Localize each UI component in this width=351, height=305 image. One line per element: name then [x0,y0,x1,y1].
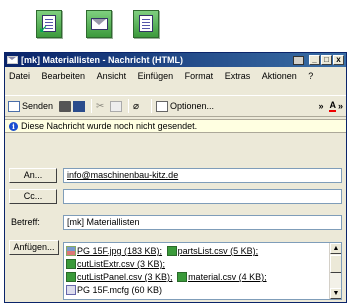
attachments-list: PG 15F.jpg (183 KB); partsList.csv (5 KB… [66,245,329,297]
info-icon: i [9,121,18,131]
to-row: An... info@maschinenbau-kitz.de [9,168,342,184]
cc-field[interactable] [63,189,342,204]
minimize-button[interactable]: _ [309,55,320,65]
menu-extras[interactable]: Extras [225,70,251,82]
attachment-item[interactable]: partsList.csv (5 KB); [166,246,259,256]
attachment-name: material.csv (4 KB); [188,272,267,282]
menu-datei[interactable]: Datei [9,70,30,82]
attachment-name: PG 15F.jpg (183 KB); [77,246,163,256]
image-file-icon [66,246,76,256]
send-button[interactable]: Senden [8,100,54,112]
menu-help[interactable]: ? [308,70,313,82]
attachment-item[interactable]: PG 15F.jpg (183 KB); [66,246,162,256]
send-icon [8,100,20,112]
send-label: Senden [22,101,54,111]
title-bar[interactable]: [mk] Materiallisten - Nachricht (HTML) _… [5,53,346,67]
word-doc-icon[interactable]: ↙ [36,10,62,38]
toolbar-separator [151,99,153,113]
maximize-button[interactable]: □ [321,55,332,65]
to-field[interactable]: info@maschinenbau-kitz.de [63,168,342,183]
menu-aktionen[interactable]: Aktionen [262,70,297,82]
window-menu-icon[interactable] [293,55,304,65]
menu-format[interactable]: Format [185,70,214,82]
menu-ansicht[interactable]: Ansicht [97,70,127,82]
attachment-item[interactable]: cutListExtr.csv (3 KB); [66,259,165,269]
toolbar-separator [128,99,130,113]
options-icon [156,100,169,112]
attach-icon[interactable]: ⌀ [133,101,145,112]
scroll-thumb[interactable] [330,255,341,273]
attach-button[interactable]: Anfügen... [9,240,59,255]
subject-field[interactable]: [mk] Materiallisten [63,215,342,230]
attachment-item[interactable]: cutListPanel.csv (3 KB); [66,272,173,282]
subject-row: Betreff: [mk] Materiallisten [9,215,342,231]
menu-einfuegen[interactable]: Einfügen [138,70,174,82]
font-color-icon[interactable]: A [329,100,336,112]
overflow-chevron-icon[interactable]: » [338,101,343,111]
copy-icon[interactable] [110,100,123,112]
csv-file-icon [66,259,76,269]
attachment-item[interactable]: PG 15F.mcfg (60 KB) [66,285,162,295]
attachment-item[interactable]: material.csv (4 KB); [177,272,267,282]
cut-icon[interactable]: ✂ [96,101,108,112]
menu-bearbeiten[interactable]: Bearbeiten [42,70,86,82]
attachments-box[interactable]: PG 15F.jpg (183 KB); partsList.csv (5 KB… [63,242,342,300]
scroll-down-icon[interactable]: ▼ [330,288,341,299]
attachment-name: cutListExtr.csv (3 KB); [77,259,166,269]
options-button[interactable]: Optionen... [156,100,215,112]
attachments-scrollbar[interactable]: ▲ ▼ [329,243,341,299]
close-button[interactable]: x [333,55,344,65]
cc-button[interactable]: Cc... [9,189,57,204]
message-window: [mk] Materiallisten - Nachricht (HTML) _… [4,52,347,303]
excel-doc-icon[interactable] [133,10,159,38]
cc-row: Cc... [9,189,342,205]
subject-label: Betreff: [11,217,40,227]
attachment-name: cutListPanel.csv (3 KB); [77,272,173,282]
info-message: Diese Nachricht wurde noch nicht gesende… [21,121,198,131]
info-bar: i Diese Nachricht wurde noch nicht gesen… [5,119,346,133]
to-value: info@maschinenbau-kitz.de [67,170,179,180]
options-label: Optionen... [170,101,215,111]
print-icon[interactable] [59,100,72,112]
save-icon[interactable] [73,100,86,112]
mail-icon[interactable] [86,10,112,38]
toolbar: Senden ✂ ⌀ Optionen... » A » [5,95,346,117]
envelope-icon [7,56,18,64]
window-title: [mk] Materiallisten - Nachricht (HTML) [21,55,184,65]
to-button[interactable]: An... [9,168,57,183]
config-file-icon [66,285,76,295]
attachment-name: PG 15F.mcfg (60 KB) [77,285,163,295]
attachment-name: partsList.csv (5 KB); [177,246,259,256]
overflow-chevron-icon[interactable]: » [318,101,323,111]
toolbar-separator [91,99,93,113]
csv-file-icon [166,246,177,256]
menu-bar: Datei Bearbeiten Ansicht Einfügen Format… [5,67,346,95]
csv-file-icon [66,272,76,282]
csv-file-icon [177,272,188,282]
scroll-up-icon[interactable]: ▲ [330,243,341,254]
launcher-bar: ↙ [0,0,351,48]
